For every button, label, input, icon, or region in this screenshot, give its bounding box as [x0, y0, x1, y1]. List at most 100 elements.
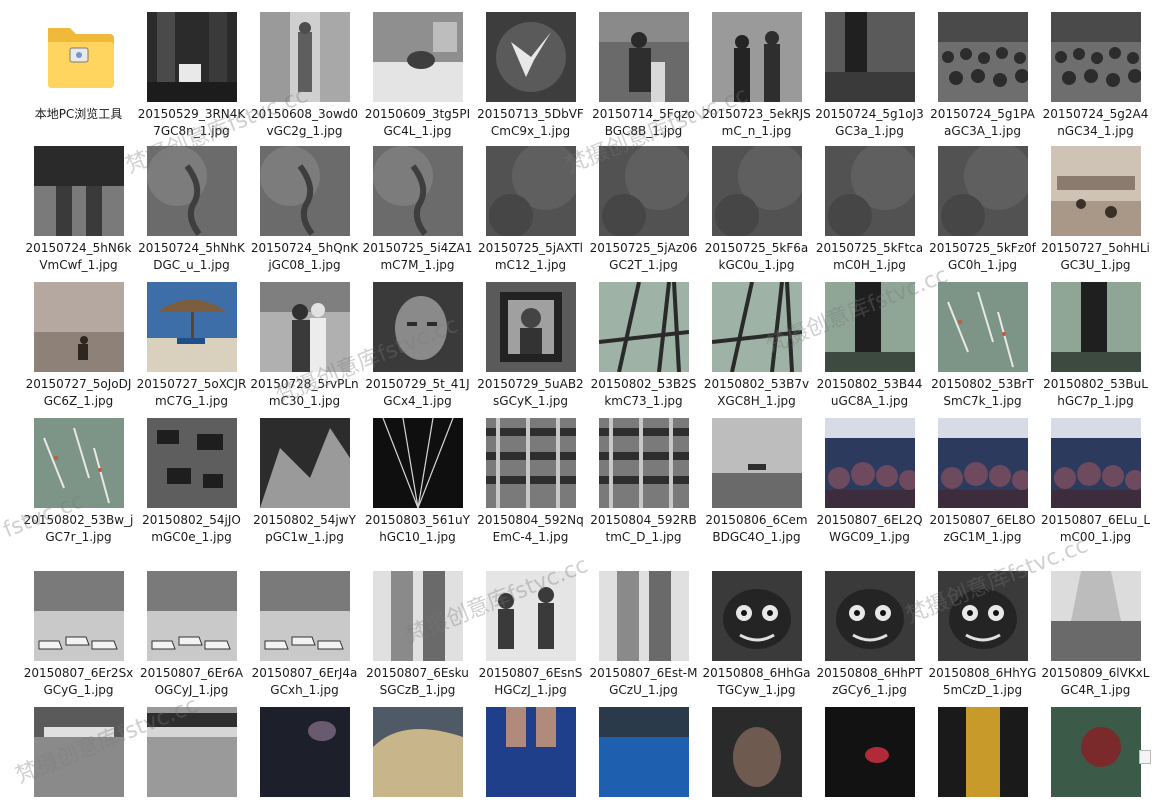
- thumbnail-image: [711, 282, 802, 372]
- file-name-label: 20150807_6EL8OzGC1M_1.jpg: [929, 513, 1036, 544]
- file-thumbnail-item[interactable]: 20150724_5hNhKDGC_u_1.jpg: [135, 146, 248, 274]
- file-name-label: 20150808_6HhGaTGCyw_1.jpg: [702, 666, 811, 697]
- file-thumbnail-item[interactable]: [361, 707, 474, 801]
- file-thumbnail-item[interactable]: 20150802_53BuLhGC7p_1.jpg: [1039, 282, 1152, 410]
- file-name-label: 20150802_53B7vXGC8H_1.jpg: [703, 377, 810, 408]
- file-thumbnail-item[interactable]: 20150725_5i4ZA1mC7M_1.jpg: [361, 146, 474, 274]
- file-name-label: 20150807_6ErJ4aGCxh_1.jpg: [251, 666, 358, 697]
- file-thumbnail-item[interactable]: [135, 707, 248, 801]
- file-thumbnail-item[interactable]: [813, 707, 926, 801]
- file-thumbnail-item[interactable]: 20150807_6Est-MGCzU_1.jpg: [587, 571, 700, 699]
- file-thumbnail-item[interactable]: 20150729_5uAB2sGCyK_1.jpg: [474, 282, 587, 410]
- file-name-label: 20150807_6Er2SxGCyG_1.jpg: [23, 666, 134, 697]
- file-thumbnail-item[interactable]: 20150724_5g2A4nGC34_1.jpg: [1039, 12, 1152, 140]
- thumbnail-image: [598, 12, 689, 102]
- file-name-label: 20150529_3RN4K7GC8n_1.jpg: [137, 107, 246, 138]
- thumbnail-image: [146, 707, 237, 797]
- file-thumbnail-item[interactable]: 20150804_592RBtmC_D_1.jpg: [587, 418, 700, 546]
- file-thumbnail-item[interactable]: 20150809_6lVKxLGC4R_1.jpg: [1039, 571, 1152, 699]
- thumbnail-image: [711, 571, 802, 661]
- file-thumbnail-item[interactable]: [22, 707, 135, 801]
- thumbnail-image: [711, 418, 802, 508]
- file-thumbnail-item[interactable]: 20150724_5g1PAaGC3A_1.jpg: [926, 12, 1039, 140]
- file-thumbnail-item[interactable]: 20150807_6EskuSGCzB_1.jpg: [361, 571, 474, 699]
- file-thumbnail-item[interactable]: 20150724_5hN6kVmCwf_1.jpg: [22, 146, 135, 274]
- file-thumbnail-item[interactable]: 20150806_6CemBDGC4O_1.jpg: [700, 418, 813, 546]
- file-thumbnail-item[interactable]: 20150807_6ErJ4aGCxh_1.jpg: [248, 571, 361, 699]
- file-thumbnail-item[interactable]: 20150725_5kFtcamC0H_1.jpg: [813, 146, 926, 274]
- file-thumbnail-item[interactable]: 20150723_5ekRJSmC_n_1.jpg: [700, 12, 813, 140]
- file-thumbnail-item[interactable]: 20150727_5oXCJRmC7G_1.jpg: [135, 282, 248, 410]
- file-thumbnail-item[interactable]: 20150802_53Bw_jGC7r_1.jpg: [22, 418, 135, 546]
- file-thumbnail-item[interactable]: 20150807_6EL2QWGC09_1.jpg: [813, 418, 926, 546]
- file-name-label: 20150725_5kFtcamC0H_1.jpg: [815, 241, 924, 272]
- file-thumbnail-item[interactable]: 20150728_5rvPLnmC30_1.jpg: [248, 282, 361, 410]
- file-thumbnail-item[interactable]: 20150802_53B44uGC8A_1.jpg: [813, 282, 926, 410]
- file-thumbnail-item[interactable]: 20150808_6HhGaTGCyw_1.jpg: [700, 571, 813, 699]
- file-thumbnail-item[interactable]: 20150609_3tg5PIGC4L_1.jpg: [361, 12, 474, 140]
- file-thumbnail-item[interactable]: 20150608_3owd0vGC2g_1.jpg: [248, 12, 361, 140]
- file-grid: 本地PC浏览工具 20150529_3RN4K7GC8n_1.jpg 201506…: [0, 0, 1157, 797]
- file-thumbnail-item[interactable]: 20150808_6HhPTzGCy6_1.jpg: [813, 571, 926, 699]
- file-name-label: 20150608_3owd0vGC2g_1.jpg: [250, 107, 359, 138]
- file-name-label: 20150725_5i4ZA1mC7M_1.jpg: [362, 241, 473, 272]
- file-name-label: 20150724_5g1PAaGC3A_1.jpg: [930, 107, 1035, 138]
- thumbnail-image: [937, 146, 1028, 236]
- file-thumbnail-item[interactable]: 20150808_6HhYG5mCzD_1.jpg: [926, 571, 1039, 699]
- file-thumbnail-item[interactable]: 20150727_5ohHLiGC3U_1.jpg: [1039, 146, 1152, 274]
- file-name-label: 20150802_53B44uGC8A_1.jpg: [816, 377, 923, 408]
- thumbnail-image: [146, 571, 237, 661]
- folder-item[interactable]: 本地PC浏览工具: [22, 12, 135, 123]
- file-name-label: 20150714_5FqzoBGC8B_1.jpg: [592, 107, 695, 138]
- file-thumbnail-item[interactable]: 20150802_53B2SkmC73_1.jpg: [587, 282, 700, 410]
- file-thumbnail-item[interactable]: 20150725_5kFz0fGC0h_1.jpg: [926, 146, 1039, 274]
- file-thumbnail-item[interactable]: 20150714_5FqzoBGC8B_1.jpg: [587, 12, 700, 140]
- file-thumbnail-item[interactable]: 20150727_5oJoDJGC6Z_1.jpg: [22, 282, 135, 410]
- file-thumbnail-item[interactable]: 20150802_54jJOmGC0e_1.jpg: [135, 418, 248, 546]
- file-name-label: 20150807_6EsnSHGCzJ_1.jpg: [478, 666, 583, 697]
- file-thumbnail-item[interactable]: [587, 707, 700, 801]
- thumbnail-image: [259, 571, 350, 661]
- thumbnail-image: [33, 146, 124, 236]
- file-thumbnail-item[interactable]: 20150807_6EL8OzGC1M_1.jpg: [926, 418, 1039, 546]
- file-thumbnail-item[interactable]: 20150807_6Er6AOGCyJ_1.jpg: [135, 571, 248, 699]
- file-name-label: 20150804_592NqEmC-4_1.jpg: [477, 513, 584, 544]
- file-thumbnail-item[interactable]: 20150807_6Er2SxGCyG_1.jpg: [22, 571, 135, 699]
- file-thumbnail-item[interactable]: [248, 707, 361, 801]
- file-thumbnail-item[interactable]: [1039, 707, 1152, 801]
- file-name-label: 20150724_5g1oJ3GC3a_1.jpg: [815, 107, 924, 138]
- file-thumbnail-item[interactable]: 20150807_6ELu_LmC00_1.jpg: [1039, 418, 1152, 546]
- file-thumbnail-item[interactable]: [926, 707, 1039, 801]
- thumbnail-image: [1050, 146, 1141, 236]
- file-name-label: 20150804_592RBtmC_D_1.jpg: [590, 513, 697, 544]
- file-name-label: 20150807_6EskuSGCzB_1.jpg: [366, 666, 469, 697]
- thumbnail-image: [824, 571, 915, 661]
- thumbnail-image: [372, 12, 463, 102]
- file-thumbnail-item[interactable]: 20150724_5hQnKjGC08_1.jpg: [248, 146, 361, 274]
- file-thumbnail-item[interactable]: 20150804_592NqEmC-4_1.jpg: [474, 418, 587, 546]
- file-thumbnail-item[interactable]: [700, 707, 813, 801]
- scrollbar-corner[interactable]: [1139, 750, 1151, 764]
- file-thumbnail-item[interactable]: 20150729_5t_41JGCx4_1.jpg: [361, 282, 474, 410]
- thumbnail-image: [824, 12, 915, 102]
- file-thumbnail-item[interactable]: 20150802_54jwYpGC1w_1.jpg: [248, 418, 361, 546]
- thumbnail-image: [937, 707, 1028, 797]
- thumbnail-image: [33, 571, 124, 661]
- file-thumbnail-item[interactable]: 20150725_5jAXTlmC12_1.jpg: [474, 146, 587, 274]
- file-name-label: 20150724_5hNhKDGC_u_1.jpg: [138, 241, 245, 272]
- thumbnail-image: [372, 146, 463, 236]
- file-thumbnail-item[interactable]: 20150807_6EsnSHGCzJ_1.jpg: [474, 571, 587, 699]
- thumbnail-image: [259, 282, 350, 372]
- file-thumbnail-item[interactable]: 20150713_5DbVFCmC9x_1.jpg: [474, 12, 587, 140]
- thumbnail-image: [711, 146, 802, 236]
- file-thumbnail-item[interactable]: 20150724_5g1oJ3GC3a_1.jpg: [813, 12, 926, 140]
- file-thumbnail-item[interactable]: 20150725_5jAz06GC2T_1.jpg: [587, 146, 700, 274]
- thumbnail-image: [1050, 418, 1141, 508]
- file-thumbnail-item[interactable]: 20150802_53B7vXGC8H_1.jpg: [700, 282, 813, 410]
- file-thumbnail-item[interactable]: [474, 707, 587, 801]
- file-thumbnail-item[interactable]: 20150803_561uYhGC10_1.jpg: [361, 418, 474, 546]
- file-name-label: 20150725_5jAz06GC2T_1.jpg: [589, 241, 698, 272]
- file-thumbnail-item[interactable]: 20150725_5kF6akGC0u_1.jpg: [700, 146, 813, 274]
- file-thumbnail-item[interactable]: 20150802_53BrTSmC7k_1.jpg: [926, 282, 1039, 410]
- file-thumbnail-item[interactable]: 20150529_3RN4K7GC8n_1.jpg: [135, 12, 248, 140]
